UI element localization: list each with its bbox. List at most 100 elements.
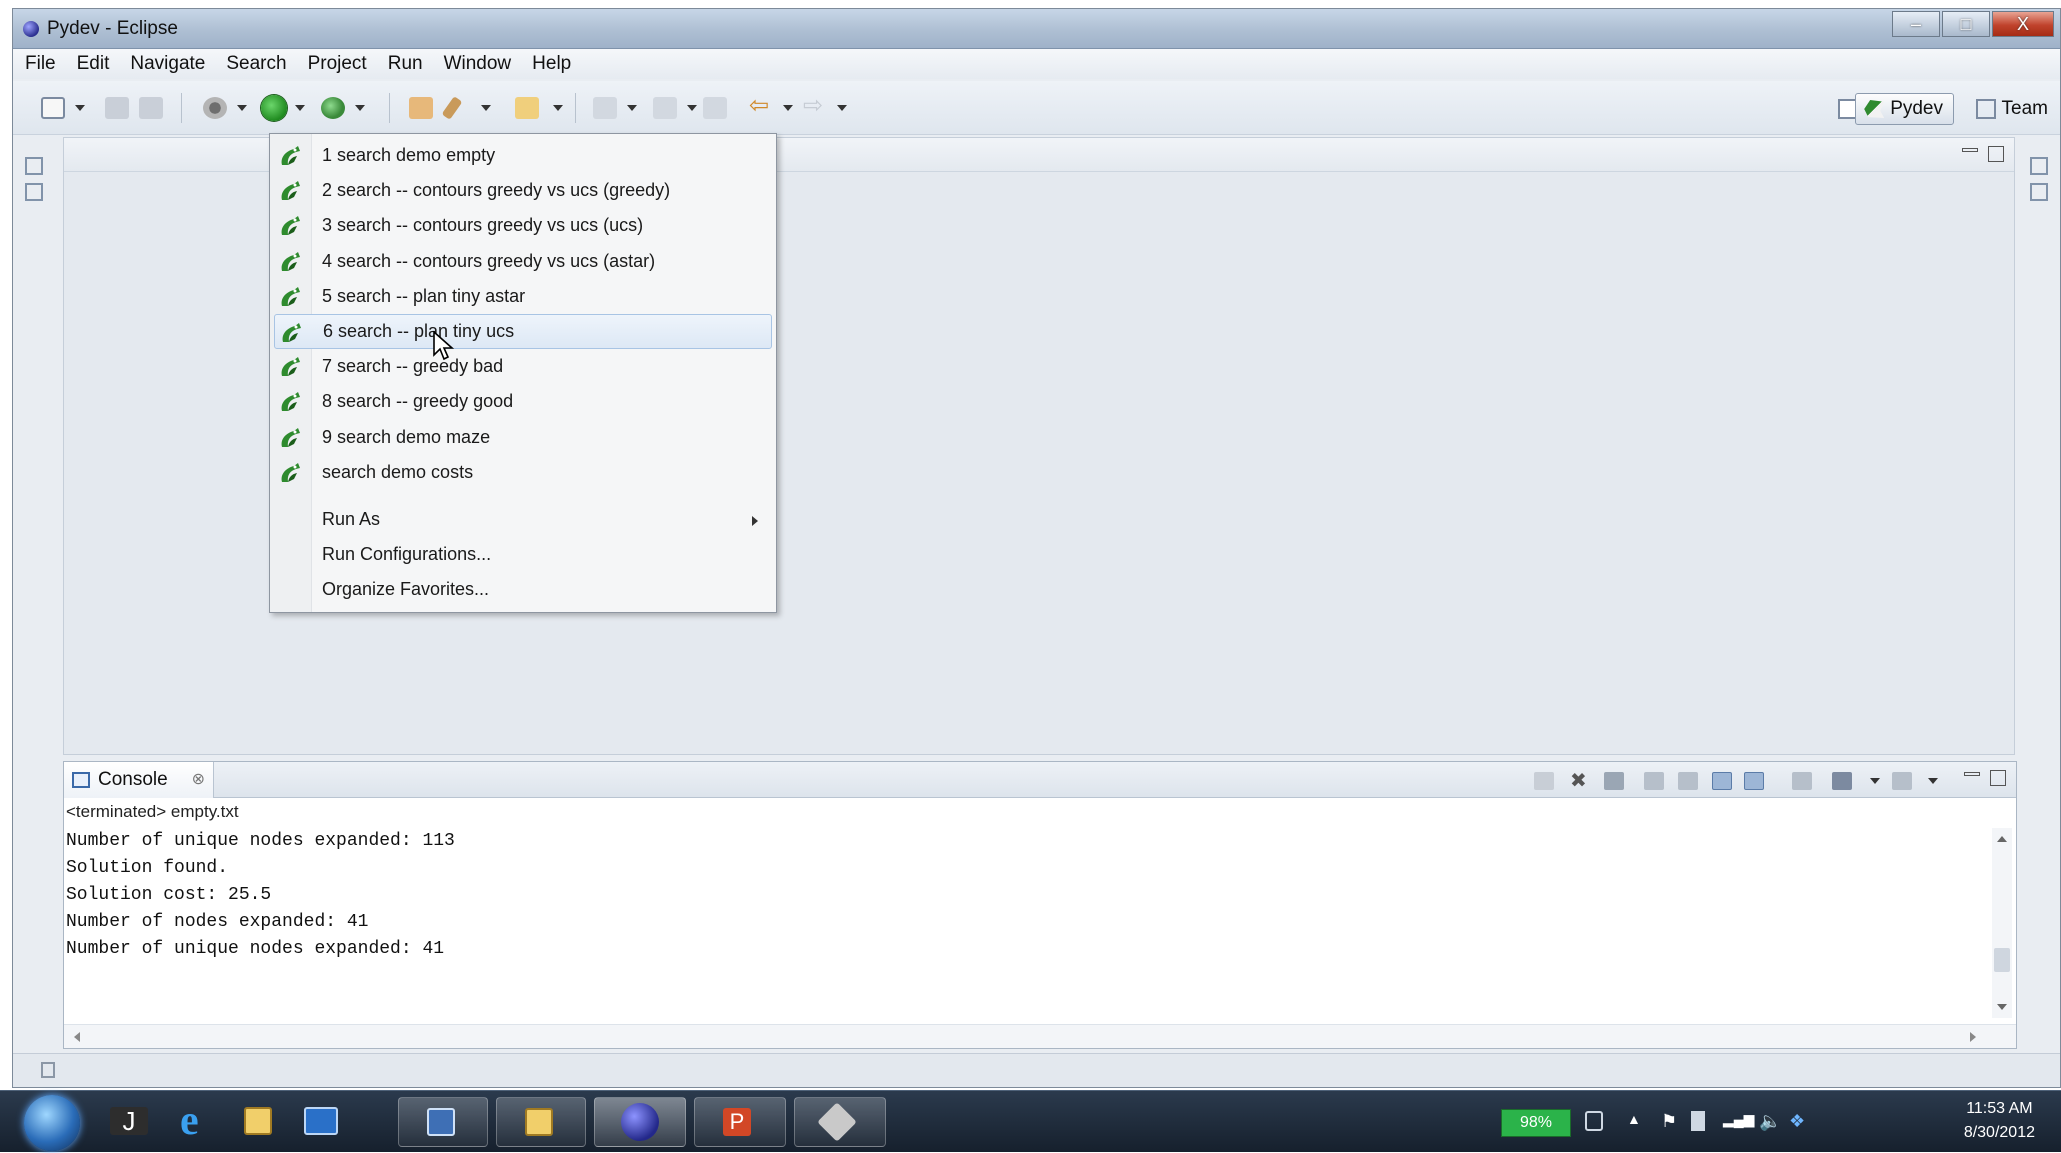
console-output[interactable]: Number of unique nodes expanded: 113 Solu…: [64, 828, 1990, 1018]
forward-dropdown-icon[interactable]: [837, 105, 847, 111]
run-favorite-item[interactable]: 5 search -- plan tiny astar: [270, 279, 776, 314]
back-dropdown-icon[interactable]: [783, 105, 793, 111]
menu-window[interactable]: Window: [444, 53, 512, 75]
scroll-right-icon[interactable]: [1970, 1032, 1976, 1042]
display-console-dropdown-icon[interactable]: [1870, 778, 1880, 784]
run-configurations-item[interactable]: Run Configurations...: [270, 537, 776, 572]
tab-console[interactable]: Console ⊗: [64, 762, 214, 798]
internet-explorer-icon[interactable]: e: [168, 1097, 220, 1147]
save-all-icon[interactable]: [139, 97, 163, 119]
open-console-dropdown-icon[interactable]: [1928, 778, 1938, 784]
close-tab-icon[interactable]: ⊗: [192, 762, 205, 798]
perspective-pydev[interactable]: Pydev: [1855, 93, 1954, 125]
scrollbar-thumb[interactable]: [1994, 948, 2010, 972]
taskbar-app-2[interactable]: [496, 1097, 586, 1147]
next-annotation-icon[interactable]: [593, 97, 617, 119]
show-on-stdout-icon[interactable]: [1712, 772, 1732, 790]
forward-icon[interactable]: ⇨: [803, 91, 827, 119]
run-favorite-item[interactable]: 7 search -- greedy bad: [270, 349, 776, 384]
new-dropdown-icon[interactable]: [75, 105, 85, 111]
remove-launch-icon[interactable]: ✖: [1570, 771, 1590, 791]
maximize-button[interactable]: □: [1942, 11, 1990, 37]
file-explorer-icon[interactable]: [232, 1097, 284, 1147]
open-folder-icon[interactable]: [515, 97, 539, 119]
external-tools-dropdown-icon[interactable]: [355, 105, 365, 111]
organize-favorites-item[interactable]: Organize Favorites...: [270, 572, 776, 607]
menu-edit[interactable]: Edit: [77, 53, 110, 75]
network-signal-icon[interactable]: ▂▄▆: [1723, 1111, 1754, 1131]
menu-search[interactable]: Search: [226, 53, 286, 75]
action-center-flag-icon[interactable]: ⚑: [1661, 1111, 1679, 1131]
minimize-view-icon[interactable]: [1962, 148, 1978, 152]
scroll-up-icon[interactable]: [1997, 836, 2007, 842]
terminate-icon[interactable]: [1534, 772, 1554, 790]
taskbar-powerpoint[interactable]: P: [694, 1097, 786, 1147]
run-favorite-item[interactable]: 4 search -- contours greedy vs ucs (asta…: [270, 244, 776, 279]
scroll-left-icon[interactable]: [74, 1032, 80, 1042]
taskbar-app-1[interactable]: [398, 1097, 488, 1147]
fast-view-icon[interactable]: [41, 1062, 55, 1078]
pin-console-icon[interactable]: [1792, 772, 1812, 790]
run-as-item[interactable]: Run As: [270, 502, 776, 537]
scroll-down-icon[interactable]: [1997, 1004, 2007, 1010]
debug-dropdown-icon[interactable]: [237, 105, 247, 111]
new-module-dropdown-icon[interactable]: [481, 105, 491, 111]
maximize-view-icon[interactable]: [1988, 146, 2004, 162]
outline-icon[interactable]: [2030, 183, 2048, 201]
run-favorite-item[interactable]: search demo costs: [270, 455, 776, 490]
external-tools-icon[interactable]: [321, 97, 345, 119]
remove-all-terminated-icon[interactable]: [1604, 772, 1624, 790]
run-favorite-item[interactable]: 8 search -- greedy good: [270, 384, 776, 419]
menu-help[interactable]: Help: [532, 53, 571, 75]
run-dropdown-icon[interactable]: [295, 105, 305, 111]
taskbar-app-5[interactable]: [794, 1097, 886, 1147]
perspective-team[interactable]: Team: [1972, 95, 2048, 123]
jetbrains-icon[interactable]: J: [104, 1097, 156, 1147]
previous-annotation-dropdown-icon[interactable]: [687, 105, 697, 111]
restore-icon[interactable]: [25, 157, 43, 175]
previous-annotation-icon[interactable]: [653, 97, 677, 119]
open-console-icon[interactable]: [1892, 772, 1912, 790]
clear-console-icon[interactable]: [1644, 772, 1664, 790]
debug-icon[interactable]: [203, 97, 227, 119]
menu-file[interactable]: File: [25, 53, 56, 75]
back-icon[interactable]: ⇦: [749, 91, 773, 119]
device-icon[interactable]: [1691, 1111, 1705, 1131]
run-icon[interactable]: [261, 95, 287, 121]
battery-indicator[interactable]: 98%: [1501, 1109, 1571, 1137]
run-favorite-item[interactable]: 1 search demo empty: [270, 138, 776, 173]
menu-project[interactable]: Project: [308, 53, 367, 75]
open-folder-dropdown-icon[interactable]: [553, 105, 563, 111]
taskbar-eclipse[interactable]: [594, 1097, 686, 1147]
close-button[interactable]: X: [1992, 11, 2054, 37]
vertical-scrollbar[interactable]: [1992, 828, 2012, 1018]
menu-navigate[interactable]: Navigate: [130, 53, 205, 75]
clock[interactable]: 11:53 AM 8/30/2012: [1964, 1097, 2035, 1145]
desktop-icon[interactable]: [292, 1097, 344, 1147]
run-favorite-item[interactable]: 6 search -- plan tiny ucs: [274, 313, 772, 350]
run-favorite-item[interactable]: 2 search -- contours greedy vs ucs (gree…: [270, 173, 776, 208]
next-annotation-dropdown-icon[interactable]: [627, 105, 637, 111]
show-on-stderr-icon[interactable]: [1744, 772, 1764, 790]
dropbox-icon[interactable]: ❖: [1789, 1111, 1807, 1131]
start-button[interactable]: [24, 1095, 80, 1151]
new-module-icon[interactable]: [441, 96, 463, 120]
run-favorite-item[interactable]: 9 search demo maze: [270, 420, 776, 455]
show-hidden-icons[interactable]: ▲: [1627, 1111, 1645, 1131]
package-explorer-icon[interactable]: [25, 183, 43, 201]
battery-charge-icon[interactable]: [1585, 1111, 1603, 1131]
new-package-icon[interactable]: [409, 97, 433, 119]
minimize-button[interactable]: –: [1892, 11, 1940, 37]
last-edit-location-icon[interactable]: [703, 97, 727, 119]
minimize-view-icon[interactable]: [1964, 772, 1980, 776]
scroll-lock-icon[interactable]: [1678, 772, 1698, 790]
horizontal-scrollbar[interactable]: [64, 1024, 2016, 1048]
run-favorite-item[interactable]: 3 search -- contours greedy vs ucs (ucs): [270, 208, 776, 243]
save-icon[interactable]: [105, 97, 129, 119]
menu-run[interactable]: Run: [388, 53, 423, 75]
volume-muted-icon[interactable]: 🔈: [1759, 1111, 1781, 1131]
restore-icon[interactable]: [2030, 157, 2048, 175]
new-icon[interactable]: [41, 97, 65, 119]
maximize-view-icon[interactable]: [1990, 770, 2006, 786]
display-console-icon[interactable]: [1832, 772, 1852, 790]
